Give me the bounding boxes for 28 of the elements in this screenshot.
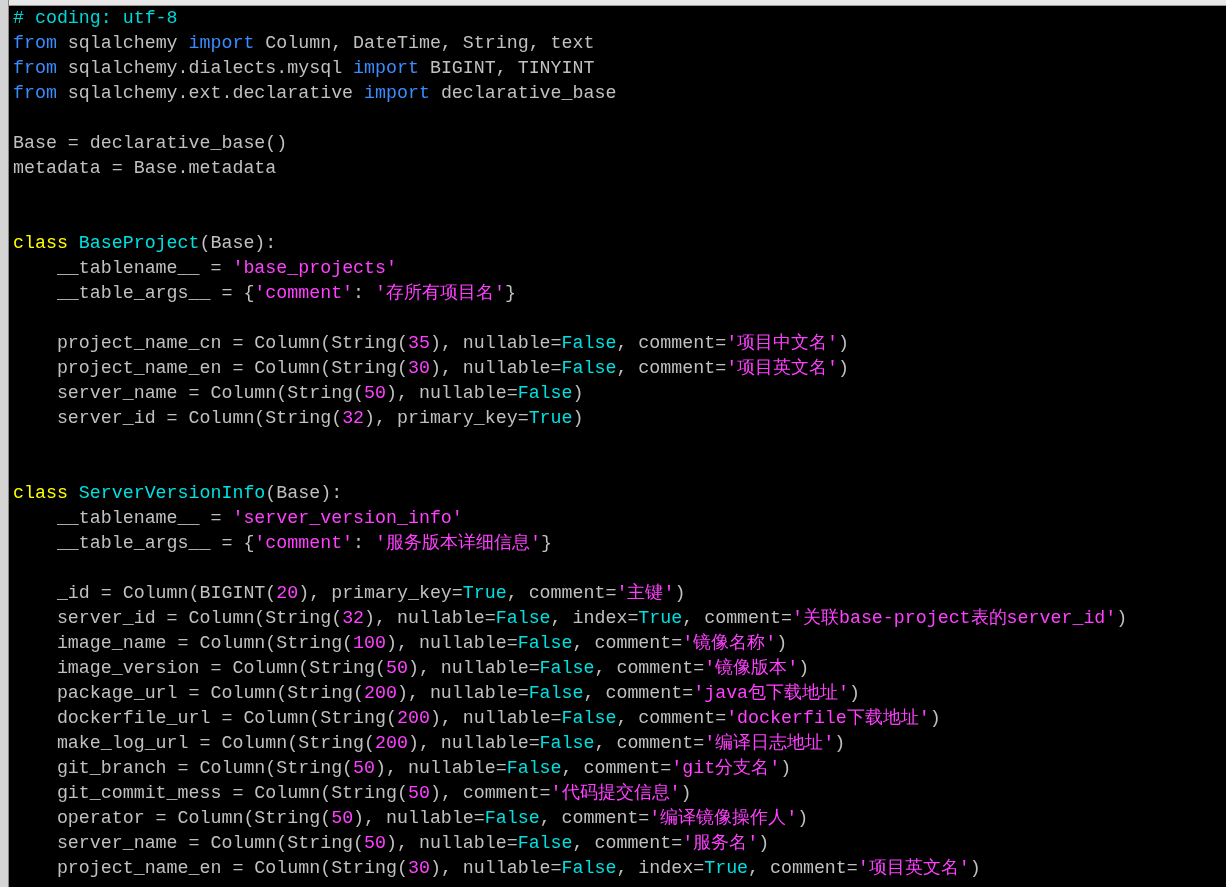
code-line: from sqlalchemy.ext.declarative import declarative_base: [13, 82, 617, 105]
code-line: package_url = Column(String(200), nullable=False, comment='java包下载地址'): [55, 682, 861, 705]
code-line: project_name_cn = Column(String(35), nullable=False, comment='项目中文名'): [55, 332, 850, 355]
code-line: from sqlalchemy import Column, DateTime, String, text: [13, 32, 595, 55]
code-line: git_commit_mess = Column(String(50), comment='代码提交信息'): [55, 782, 692, 805]
code-line: metadata = Base.metadata: [13, 157, 277, 180]
code-line: # coding: utf-8: [13, 7, 178, 30]
code-line: __tablename__ = 'server_version_info': [55, 507, 463, 530]
code-line: dockerfile_url = Column(String(200), nullable=False, comment='dockerfile下载地址'): [55, 707, 941, 730]
code-line: project_name_en = Column(String(30), nullable=False, comment='项目英文名'): [55, 357, 850, 380]
code-line: __table_args__ = {'comment': '服务版本详细信息'}: [55, 532, 552, 555]
code-line: server_id = Column(String(32), primary_key=True): [55, 407, 584, 430]
code-line: server_name = Column(String(50), nullable=False): [55, 382, 584, 405]
code-line: __tablename__ = 'base_projects': [55, 257, 397, 280]
code-line: _id = Column(BIGINT(20), primary_key=True, comment='主键'): [55, 582, 686, 605]
code-line: Base = declarative_base(): [13, 132, 288, 155]
code-line: make_log_url = Column(String(200), nullable=False, comment='编译日志地址'): [55, 732, 846, 755]
code-line: image_name = Column(String(100), nullable=False, comment='镜像名称'): [55, 632, 788, 655]
code-line: from sqlalchemy.dialects.mysql import BIGINT, TINYINT: [13, 57, 595, 80]
code-line: project_name_en = Column(String(30), nullable=False, index=True, comment='项目英文名'): [55, 857, 981, 880]
code-line: server_name = Column(String(50), nullable=False, comment='服务名'): [55, 832, 770, 855]
code-line: server_id = Column(String(32), nullable=False, index=True, comment='关联base-project表的server_id'): [55, 607, 1128, 630]
code-line: image_version = Column(String(50), nullable=False, comment='镜像版本'): [55, 657, 810, 680]
code-line: operator = Column(String(50), nullable=False, comment='编译镜像操作人'): [55, 807, 809, 830]
code-line: __table_args__ = {'comment': '存所有项目名'}: [55, 282, 516, 305]
code-line: class ServerVersionInfo(Base):: [13, 482, 343, 505]
code-line: git_branch = Column(String(50), nullable=False, comment='git分支名'): [55, 757, 792, 780]
code-line: class BaseProject(Base):: [13, 232, 277, 255]
